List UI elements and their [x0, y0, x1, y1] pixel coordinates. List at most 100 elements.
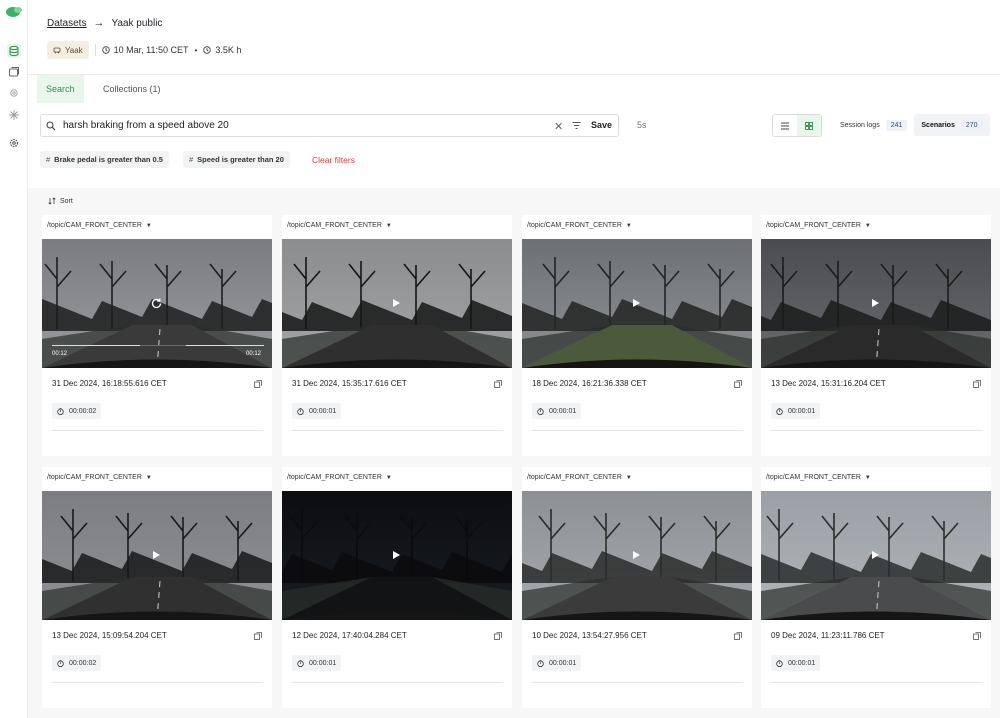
- filter-chip-label: Brake pedal is greater than 0.5: [54, 155, 163, 164]
- sort-button[interactable]: Sort: [48, 197, 73, 205]
- caret-down-icon: ▼: [625, 475, 632, 481]
- scenario-card[interactable]: /topic/CAM_FRONT_CENTER ▼ 18 Dec 2024, 16:…: [522, 215, 752, 456]
- video-thumbnail[interactable]: [42, 491, 272, 620]
- play-icon[interactable]: [870, 298, 880, 308]
- video-progress-bar[interactable]: [52, 345, 264, 346]
- scenario-card[interactable]: /topic/CAM_FRONT_CENTER ▼ 13 Dec 2024, 15:…: [761, 215, 991, 456]
- duration-badge: 00:00:01: [532, 655, 582, 671]
- filter-icon[interactable]: [572, 121, 581, 130]
- duration-label: 00:00:01: [788, 407, 816, 415]
- scenario-card[interactable]: /topic/CAM_FRONT_CENTER ▼ 00:12 00:12 31 Dec…: [42, 215, 272, 456]
- session-logs-label: Session logs: [840, 121, 880, 129]
- video-thumbnail[interactable]: [761, 491, 991, 620]
- vendor-label: Yaak: [65, 45, 83, 55]
- video-thumbnail[interactable]: [282, 491, 512, 620]
- scenario-timestamp: 31 Dec 2024, 16:18:55.616 CET: [52, 379, 167, 388]
- scenario-timestamp: 10 Dec 2024, 13:54:27.956 CET: [532, 631, 647, 640]
- filter-chip-label: Speed is greater than 20: [197, 155, 284, 164]
- grid-view-button[interactable]: [797, 115, 821, 136]
- play-icon[interactable]: [631, 298, 641, 308]
- play-icon[interactable]: [631, 550, 641, 560]
- dataset-meta: Yaak 10 Mar, 11:50 CET • 3.5K h: [47, 41, 241, 59]
- topic-label: /topic/CAM_FRONT_CENTER: [527, 222, 622, 229]
- hash-icon: #: [189, 155, 194, 164]
- replay-icon[interactable]: [150, 297, 163, 310]
- copy-icon[interactable]: [494, 632, 502, 640]
- scenario-card[interactable]: /topic/CAM_FRONT_CENTER ▼ 13 Dec 2024, 15:…: [42, 467, 272, 708]
- topic-label: /topic/CAM_FRONT_CENTER: [47, 474, 142, 481]
- copy-icon[interactable]: [494, 380, 502, 388]
- topic-label: /topic/CAM_FRONT_CENTER: [766, 474, 861, 481]
- list-view-button[interactable]: [773, 115, 797, 136]
- vendor-badge: Yaak: [47, 41, 89, 59]
- scenario-card[interactable]: /topic/CAM_FRONT_CENTER ▼ 09 Dec 2024, 11:…: [761, 467, 991, 708]
- topic-select[interactable]: /topic/CAM_FRONT_CENTER ▼: [766, 474, 871, 481]
- copy-icon[interactable]: [254, 632, 262, 640]
- copy-icon[interactable]: [254, 380, 262, 388]
- session-logs-tab[interactable]: Session logs 241: [833, 114, 914, 136]
- stopwatch-icon: [57, 407, 64, 415]
- stopwatch-icon: [297, 659, 304, 667]
- search-icon: [46, 120, 56, 130]
- copy-icon[interactable]: [973, 380, 981, 388]
- search-input[interactable]: [63, 120, 533, 131]
- filter-chip-brake[interactable]: # Brake pedal is greater than 0.5: [40, 151, 169, 168]
- topic-select[interactable]: /topic/CAM_FRONT_CENTER ▼: [47, 474, 152, 481]
- topic-select[interactable]: /topic/CAM_FRONT_CENTER ▼: [527, 474, 632, 481]
- search-bar: ✕ Save: [40, 114, 619, 137]
- video-thumbnail[interactable]: [282, 239, 512, 368]
- duration-label: 00:00:02: [69, 659, 97, 667]
- duration-badge: 00:00:02: [52, 403, 102, 419]
- topic-label: /topic/CAM_FRONT_CENTER: [766, 222, 861, 229]
- clear-filters-link[interactable]: Clear filters: [312, 155, 355, 165]
- caret-down-icon: ▼: [385, 223, 392, 229]
- copy-icon[interactable]: [734, 380, 742, 388]
- card-divider: [292, 682, 503, 683]
- topic-select[interactable]: /topic/CAM_FRONT_CENTER ▼: [47, 222, 152, 229]
- collections-icon[interactable]: [7, 65, 21, 79]
- tab-search[interactable]: Search: [37, 75, 84, 103]
- sparkle-icon[interactable]: [7, 108, 21, 122]
- play-icon[interactable]: [391, 298, 401, 308]
- tab-collections[interactable]: Collections (1): [94, 75, 170, 103]
- clear-search-icon[interactable]: ✕: [554, 120, 563, 133]
- search-time: 5s: [637, 120, 647, 130]
- settings-gear-icon[interactable]: [7, 136, 21, 150]
- dataset-hours: 3.5K h: [215, 45, 242, 55]
- card-divider: [771, 682, 982, 683]
- breadcrumb-datasets-link[interactable]: Datasets: [47, 18, 86, 29]
- clock-icon: [203, 46, 212, 54]
- topic-select[interactable]: /topic/CAM_FRONT_CENTER ▼: [527, 222, 632, 229]
- app-logo-icon[interactable]: [5, 6, 23, 18]
- cog-small-icon[interactable]: [7, 86, 21, 100]
- scenarios-tab[interactable]: Scenarios 270: [914, 114, 990, 136]
- copy-icon[interactable]: [973, 632, 981, 640]
- caret-down-icon: ▼: [864, 223, 871, 229]
- video-thumbnail[interactable]: [761, 239, 991, 368]
- topic-select[interactable]: /topic/CAM_FRONT_CENTER ▼: [287, 222, 392, 229]
- caret-down-icon: ▼: [625, 223, 632, 229]
- topic-select[interactable]: /topic/CAM_FRONT_CENTER ▼: [287, 474, 392, 481]
- duration-badge: 00:00:01: [532, 403, 582, 419]
- filter-chip-speed[interactable]: # Speed is greater than 20: [183, 151, 290, 168]
- play-icon[interactable]: [391, 550, 401, 560]
- sort-label: Sort: [60, 197, 73, 205]
- caret-down-icon: ▼: [385, 475, 392, 481]
- breadcrumb-current: Yaak public: [111, 17, 163, 29]
- scenario-card[interactable]: /topic/CAM_FRONT_CENTER ▼ 31 Dec 2024, 15:…: [282, 215, 512, 456]
- left-rail: [0, 0, 28, 718]
- video-thumbnail[interactable]: [522, 239, 752, 368]
- view-toggle: [772, 114, 822, 137]
- scenario-card[interactable]: /topic/CAM_FRONT_CENTER ▼ 10 Dec 2024, 13:…: [522, 467, 752, 708]
- video-thumbnail[interactable]: [522, 491, 752, 620]
- play-icon[interactable]: [151, 550, 161, 560]
- scenario-card[interactable]: /topic/CAM_FRONT_CENTER ▼ 12 Dec 2024, 17:…: [282, 467, 512, 708]
- topic-select[interactable]: /topic/CAM_FRONT_CENTER ▼: [766, 222, 871, 229]
- stopwatch-icon: [537, 659, 544, 667]
- save-button[interactable]: Save: [591, 120, 612, 130]
- play-icon[interactable]: [870, 550, 880, 560]
- datasets-icon[interactable]: [7, 44, 21, 58]
- copy-icon[interactable]: [734, 632, 742, 640]
- card-divider: [532, 430, 743, 431]
- video-thumbnail[interactable]: 00:12 00:12: [42, 239, 272, 368]
